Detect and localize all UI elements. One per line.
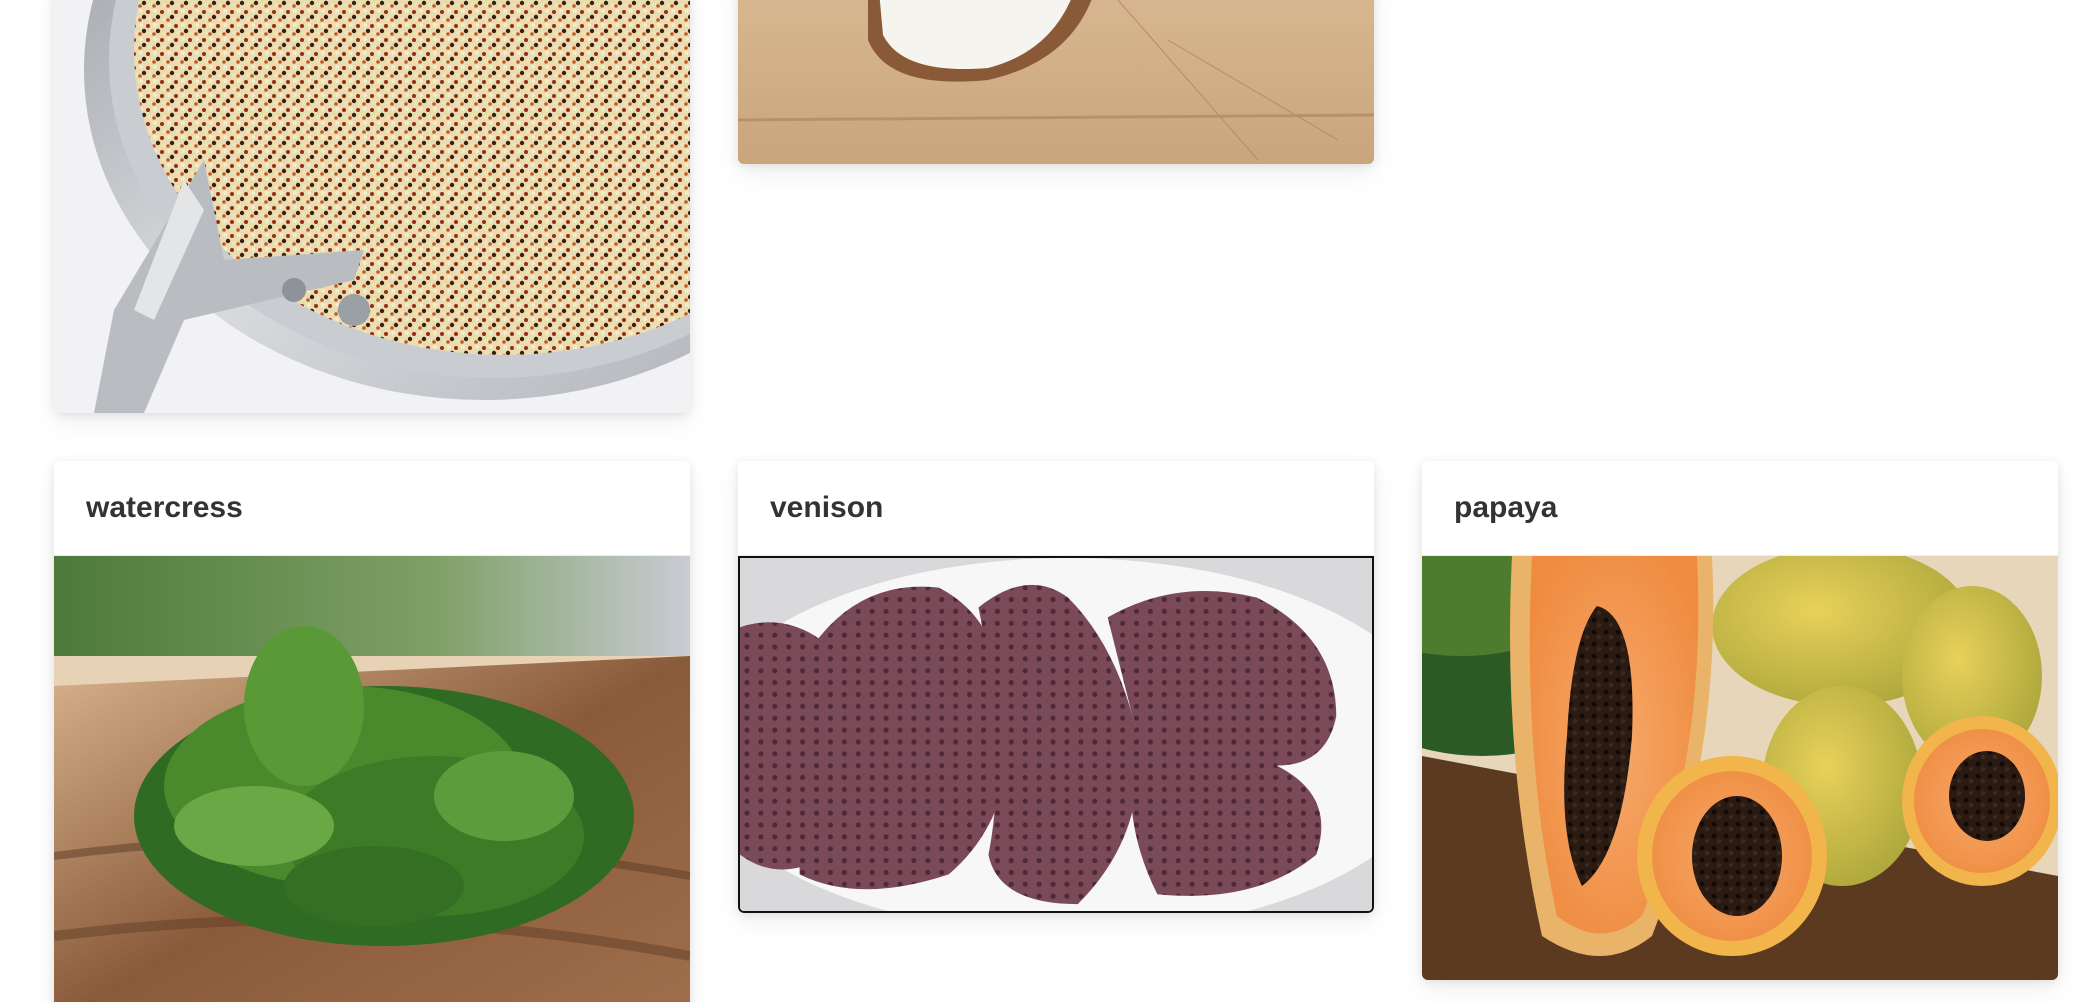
papaya-photo (1422, 556, 2058, 980)
food-card-watercress[interactable]: watercress (54, 461, 690, 1002)
food-card-quinoa[interactable] (54, 0, 690, 413)
card-title: venison (770, 491, 884, 524)
card-title: watercress (86, 491, 243, 524)
watercress-photo (54, 556, 690, 1002)
venison-photo (740, 558, 1372, 911)
venison-image[interactable] (738, 556, 1374, 913)
papaya-image[interactable] (1422, 556, 2058, 980)
coconut-photo (738, 0, 1374, 164)
card-header: venison (738, 461, 1374, 556)
card-title: papaya (1454, 491, 1558, 524)
coconut-image[interactable] (738, 0, 1374, 164)
food-card-venison[interactable]: venison (738, 461, 1374, 913)
quinoa-photo (54, 0, 690, 413)
recipe-card-grid: watercress venison papaya (0, 0, 2078, 1002)
card-header: watercress (54, 461, 690, 556)
watercress-image[interactable] (54, 556, 690, 1002)
quinoa-image[interactable] (54, 0, 690, 413)
food-card-coconut[interactable] (738, 0, 1374, 164)
food-card-papaya[interactable]: papaya (1422, 461, 2058, 980)
card-header: papaya (1422, 461, 2058, 556)
